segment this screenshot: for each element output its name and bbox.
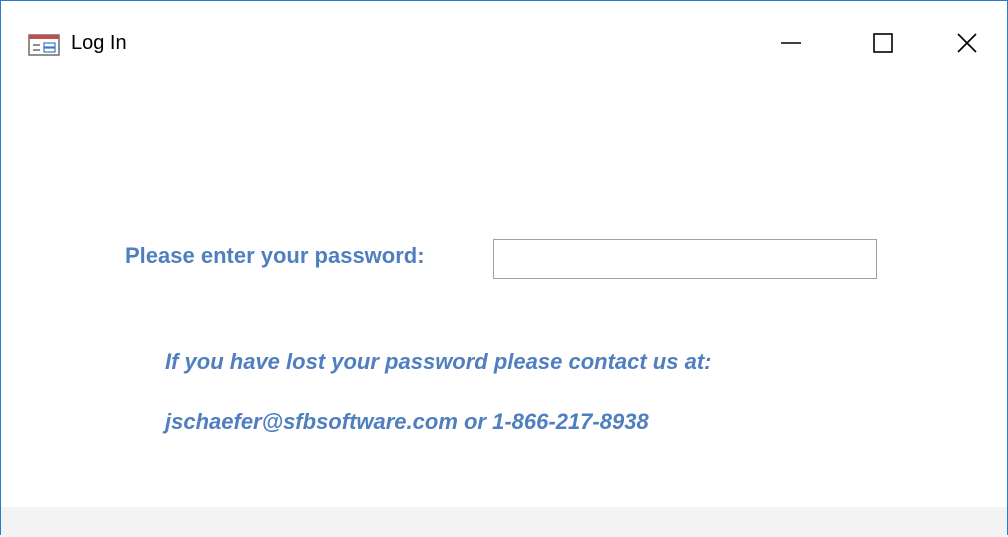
password-label: Please enter your password: <box>125 243 425 268</box>
password-field[interactable] <box>493 239 877 279</box>
maximize-button[interactable] <box>837 1 929 89</box>
minimize-icon <box>780 32 802 59</box>
login-form: Please enter your password: If you have … <box>1 89 1007 507</box>
minimize-button[interactable] <box>745 1 837 89</box>
form-icon <box>28 34 60 56</box>
title-bar[interactable]: Log In <box>1 1 1007 89</box>
help-text-lost-password: If you have lost your password please co… <box>165 349 712 374</box>
close-icon <box>956 32 978 59</box>
help-text-contact-info: jschaefer@sfbsoftware.com or 1-866-217-8… <box>165 409 649 434</box>
login-window: Log In Please enter your password: If yo… <box>0 0 1008 537</box>
window-title: Log In <box>71 32 127 54</box>
close-button[interactable] <box>921 1 1008 89</box>
footer-strip <box>1 507 1007 537</box>
maximize-icon <box>872 32 894 59</box>
